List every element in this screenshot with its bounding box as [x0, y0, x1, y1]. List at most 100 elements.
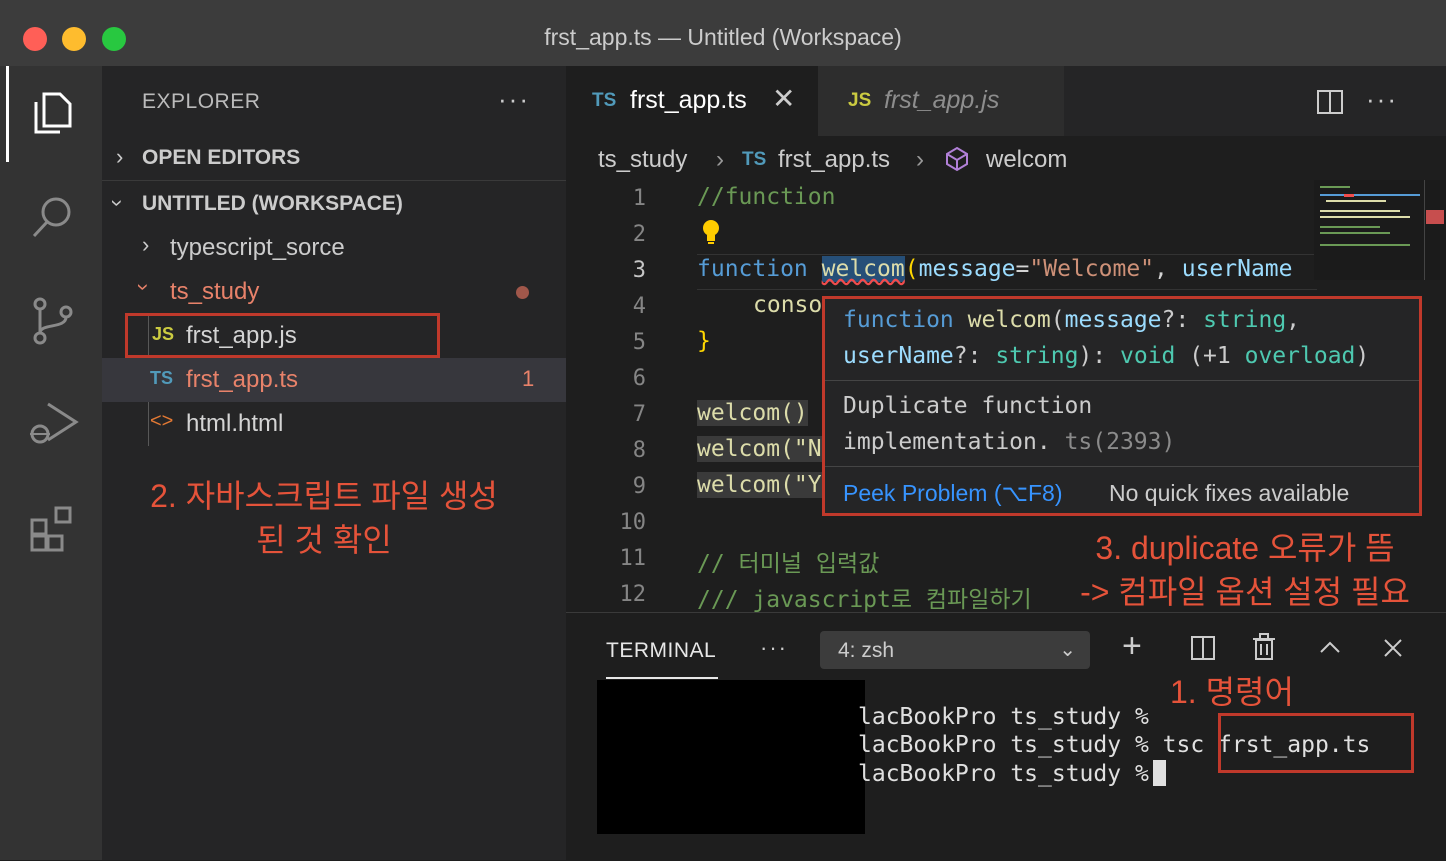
code-token-error: welcom: [821, 256, 905, 282]
code-line-4: conso: [753, 292, 823, 318]
explorer-icon[interactable]: [26, 86, 80, 140]
line-number: 8: [632, 438, 646, 463]
code-token: ,: [1154, 256, 1182, 282]
window-title: frst_app.ts — Untitled (Workspace): [544, 24, 902, 50]
tree-folder-ts-study[interactable]: › ts_study: [102, 270, 566, 314]
typescript-file-icon: TS: [742, 149, 767, 170]
run-debug-icon[interactable]: [26, 396, 80, 450]
annotation-box-hover: [822, 296, 1422, 516]
source-control-icon[interactable]: [26, 294, 80, 348]
chevron-right-icon: ›: [916, 146, 924, 173]
search-icon[interactable]: [26, 190, 80, 244]
terminal-cursor: [1152, 760, 1166, 786]
tree-item-label: frst_app.ts: [186, 366, 299, 393]
tree-item-label: ts_study: [170, 278, 260, 305]
chevron-down-icon: ›: [131, 283, 157, 291]
typescript-file-icon: TS: [592, 90, 617, 111]
section-divider: [102, 180, 566, 181]
redacted-area: [597, 680, 865, 834]
line-number: 4: [632, 294, 646, 319]
maximize-panel-icon[interactable]: [1318, 639, 1342, 655]
editor-more-icon[interactable]: ···: [1366, 84, 1398, 115]
annotation-3: 3. duplicate 오류가 뜸 -> 컴파일 옵션 설정 필요: [1050, 526, 1440, 614]
line-number: 10: [619, 510, 647, 535]
panel-more-icon[interactable]: ···: [760, 635, 788, 661]
breadcrumb-file[interactable]: frst_app.ts: [778, 146, 890, 174]
chevron-down-icon: ⌄: [1059, 639, 1076, 661]
workspace-section[interactable]: › UNTITLED (WORKSPACE): [102, 182, 566, 226]
annotation-3-line1: 3. duplicate 오류가 뜸: [1095, 530, 1395, 566]
terminal-prompt: lacBookPro ts_study %: [858, 761, 1149, 787]
tab-frst-app-ts[interactable]: TS frst_app.ts ✕: [566, 66, 818, 136]
tab-frst-app-js[interactable]: JS frst_app.js: [818, 66, 1064, 136]
breadcrumb: ts_study › TS frst_app.ts › welcom: [566, 136, 1446, 180]
line-number: 6: [632, 366, 646, 391]
javascript-file-icon: JS: [848, 90, 872, 111]
code-token: function: [697, 256, 808, 282]
line-number: 7: [632, 402, 646, 427]
code-line-12: /// javascript로 컴파일하기: [697, 587, 1032, 612]
lightbulb-icon[interactable]: [700, 218, 722, 246]
close-icon[interactable]: ✕: [772, 82, 795, 115]
minimap[interactable]: [1314, 180, 1446, 280]
explorer-title: EXPLORER: [142, 90, 261, 113]
split-terminal-icon[interactable]: [1190, 635, 1216, 661]
explorer-more-icon[interactable]: ···: [498, 84, 530, 115]
line-number: 12: [619, 582, 647, 607]
tree-item-label: typescript_sorce: [170, 234, 345, 261]
annotation-box-js-file: [125, 313, 440, 358]
open-editors-label: OPEN EDITORS: [142, 146, 301, 169]
typescript-file-icon: TS: [150, 368, 174, 388]
html-file-icon: <>: [150, 410, 174, 432]
tree-item-label: html.html: [186, 410, 284, 437]
editor-tab-bar: TS frst_app.ts ✕ JS frst_app.js ···: [566, 66, 1446, 136]
breadcrumb-symbol[interactable]: welcom: [986, 146, 1067, 174]
annotation-1: 1. 명령어: [1170, 674, 1294, 710]
annotation-2-line1: 2. 자바스크립트 파일 생성: [150, 478, 498, 514]
code-token: userName: [1181, 256, 1293, 282]
line-number: 9: [632, 474, 646, 499]
code-token: =: [1015, 256, 1030, 282]
line-number: 2: [632, 222, 646, 247]
chevron-right-icon: ›: [142, 232, 150, 257]
trash-icon[interactable]: [1252, 633, 1276, 661]
extensions-icon[interactable]: [26, 502, 80, 556]
terminal-line-current[interactable]: lacBookPro ts_study %: [858, 760, 1166, 787]
chevron-right-icon: ›: [116, 144, 124, 169]
workspace-label: UNTITLED (WORKSPACE): [142, 192, 403, 215]
tab-label: frst_app.js: [884, 86, 1000, 114]
tab-terminal[interactable]: TERMINAL: [606, 639, 716, 663]
symbol-method-icon: [946, 146, 968, 172]
code-line-7: welcom(): [697, 400, 808, 426]
terminal-select[interactable]: 4: zsh ⌄: [820, 631, 1090, 669]
tab-label: frst_app.ts: [630, 86, 747, 114]
new-terminal-icon[interactable]: +: [1122, 627, 1142, 666]
annotation-2: 2. 자바스크립트 파일 생성 된 것 확인: [134, 474, 514, 562]
tree-folder-typescript-sorce[interactable]: › typescript_sorce: [102, 226, 566, 270]
split-editor-icon[interactable]: [1316, 88, 1344, 116]
line-number: 5: [632, 330, 646, 355]
code-line-3: function welcom(message="Welcome", userN…: [697, 256, 1293, 282]
line-number: 11: [619, 546, 647, 571]
terminal-line: lacBookPro ts_study %: [858, 704, 1149, 730]
active-indicator: [6, 66, 9, 162]
problem-count-badge: 1: [522, 366, 535, 391]
tree-file-frst-app-ts[interactable]: TS frst_app.ts 1: [102, 358, 566, 402]
open-editors-section[interactable]: › OPEN EDITORS: [102, 136, 566, 180]
modified-dot-icon: [516, 286, 529, 299]
chevron-down-icon: ›: [105, 199, 131, 207]
code-line-8: welcom("N: [697, 436, 822, 462]
tree-file-html-html[interactable]: <> html.html: [102, 402, 566, 446]
breadcrumb-folder[interactable]: ts_study: [598, 146, 687, 174]
terminal-select-value: 4: zsh: [838, 639, 895, 662]
chevron-right-icon: ›: [716, 146, 724, 173]
annotation-3-line2: -> 컴파일 옵션 설정 필요: [1080, 574, 1410, 610]
close-icon[interactable]: [1382, 637, 1404, 659]
code-line-9: welcom("Y: [697, 472, 822, 498]
annotation-2-line2: 된 것 확인: [256, 522, 392, 558]
code-token: "Welcome": [1029, 256, 1155, 282]
line-number: 3: [632, 258, 646, 283]
code-token: message: [918, 256, 1016, 282]
title-bar: frst_app.ts — Untitled (Workspace): [0, 0, 1446, 67]
explorer-sidebar: EXPLORER ··· › OPEN EDITORS › UNTITLED (…: [102, 66, 566, 860]
